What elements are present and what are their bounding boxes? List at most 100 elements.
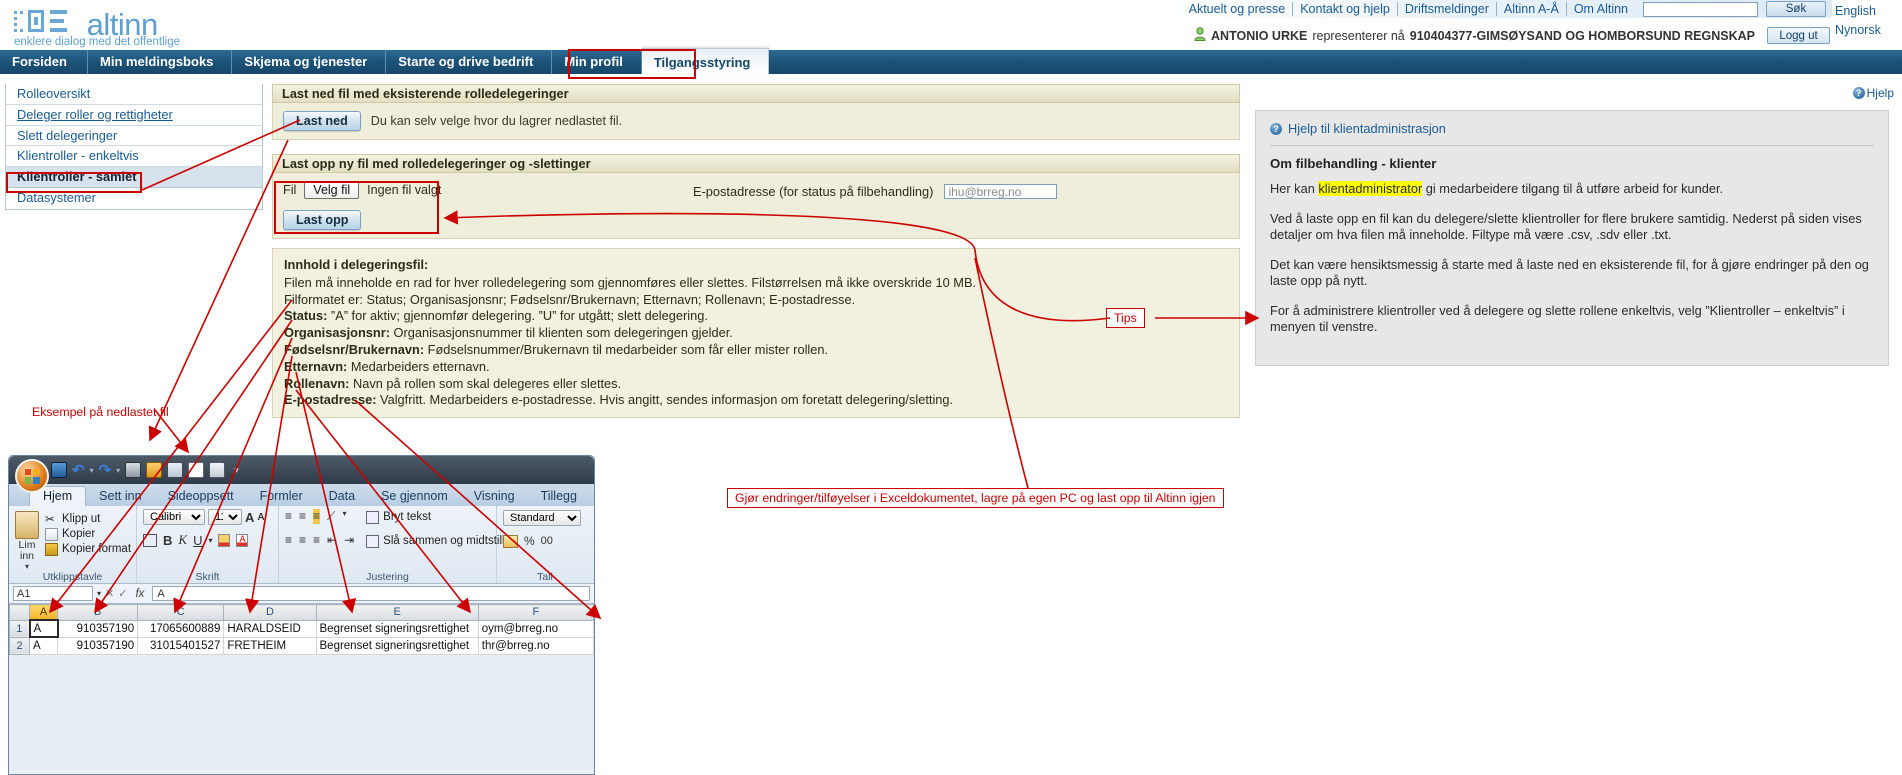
decrease-font-icon[interactable]: A bbox=[257, 512, 264, 523]
cell-b2[interactable]: 910357190 bbox=[57, 636, 139, 655]
language-english[interactable]: English bbox=[1835, 2, 1897, 21]
bold-icon[interactable]: B bbox=[163, 533, 172, 548]
undo-dropdown-icon[interactable]: ▾ bbox=[90, 466, 94, 475]
download-button[interactable]: Last ned bbox=[283, 111, 361, 131]
utility-link-driftsmeldinger[interactable]: Driftsmeldinger bbox=[1396, 2, 1496, 16]
namebox-dropdown-icon[interactable]: ▾ bbox=[97, 589, 101, 598]
currency-icon[interactable] bbox=[503, 534, 518, 548]
paste-control[interactable]: Lim inn ▾ bbox=[15, 509, 39, 571]
orientation-dropdown-icon[interactable]: ▾ bbox=[342, 509, 346, 524]
column-header-e[interactable]: E bbox=[315, 604, 479, 621]
sidebar-item-slett-delegeringer[interactable]: Slett delegeringer bbox=[6, 125, 262, 147]
search-input[interactable] bbox=[1643, 1, 1758, 17]
font-family-select[interactable]: Calibri bbox=[143, 509, 205, 525]
redo-dropdown-icon[interactable]: ▾ bbox=[116, 466, 120, 475]
sidebar-item-rolleoversikt[interactable]: Rolleoversikt bbox=[6, 84, 262, 105]
column-header-d[interactable]: D bbox=[223, 604, 317, 621]
email-field[interactable] bbox=[944, 184, 1058, 199]
redo-icon[interactable]: ↷ bbox=[99, 461, 112, 479]
search-button[interactable]: Søk bbox=[1766, 1, 1826, 17]
utility-link-altinn-a-aa[interactable]: Altinn A-Å bbox=[1495, 2, 1566, 16]
nav-tab-tilgangsstyring[interactable]: Tilgangsstyring bbox=[641, 48, 770, 74]
row-header-2[interactable]: 2 bbox=[9, 636, 31, 655]
excel-tab-se-gjennom[interactable]: Se gjennom bbox=[368, 487, 461, 506]
office-button[interactable] bbox=[15, 459, 49, 493]
cell-e2[interactable]: Begrenset signeringsrettighet bbox=[315, 636, 479, 655]
accept-entry-icon[interactable]: ✓ bbox=[118, 587, 127, 600]
excel-tab-tillegg[interactable]: Tillegg bbox=[528, 487, 590, 506]
percent-icon[interactable]: % bbox=[524, 534, 535, 548]
comma-style-icon[interactable]: 00 bbox=[541, 535, 553, 547]
align-left-icon[interactable]: ≡ bbox=[285, 533, 292, 547]
logout-button[interactable]: Logg ut bbox=[1767, 27, 1830, 44]
cell-f2[interactable]: thr@brreg.no bbox=[477, 636, 594, 655]
align-right-icon[interactable]: ≡ bbox=[313, 533, 320, 547]
sidebar-item-deleger-roller[interactable]: Deleger roller og rettigheter bbox=[6, 104, 262, 126]
language-nynorsk[interactable]: Nynorsk bbox=[1835, 21, 1897, 40]
column-header-a[interactable]: A bbox=[29, 604, 59, 621]
qat-customize-icon[interactable]: ▾ bbox=[234, 465, 239, 476]
name-box[interactable]: A1 bbox=[13, 586, 93, 601]
utility-link-om-altinn[interactable]: Om Altinn bbox=[1565, 2, 1635, 16]
fill-color-icon[interactable] bbox=[218, 533, 231, 547]
orientation-icon[interactable]: ⟋ bbox=[327, 509, 335, 524]
column-header-f[interactable]: F bbox=[477, 604, 594, 621]
choose-file-button[interactable]: Velg fil bbox=[304, 181, 360, 199]
underline-icon[interactable]: U bbox=[193, 533, 202, 548]
help-panel-link[interactable]: ? Hjelp til klientadministrasjon bbox=[1270, 121, 1874, 136]
excel-tab-visning[interactable]: Visning bbox=[461, 487, 528, 506]
select-all-corner[interactable] bbox=[9, 604, 31, 621]
nav-tab-min-meldingsboks[interactable]: Min meldingsboks bbox=[88, 50, 233, 74]
number-format-select[interactable]: Standard bbox=[503, 510, 581, 526]
print-preview-icon[interactable] bbox=[167, 462, 184, 478]
column-header-b[interactable]: B bbox=[57, 604, 139, 621]
open-folder-icon[interactable] bbox=[146, 462, 163, 478]
cell-d2[interactable]: FRETHEIM bbox=[223, 636, 317, 655]
cell-b1[interactable]: 910357190 bbox=[57, 619, 139, 638]
help-top-link[interactable]: ? Hjelp bbox=[1852, 86, 1894, 100]
print-icon[interactable] bbox=[125, 462, 142, 478]
row-header-1[interactable]: 1 bbox=[9, 619, 31, 638]
cell-f1[interactable]: oym@brreg.no bbox=[477, 619, 594, 638]
excel-tab-formler[interactable]: Formler bbox=[247, 487, 316, 506]
insert-function-icon[interactable]: fx bbox=[131, 588, 148, 600]
merge-center-control[interactable]: Slå sammen og midtstill ▾ bbox=[366, 534, 513, 549]
cell-a1[interactable]: A bbox=[28, 619, 59, 638]
nav-tab-min-profil[interactable]: Min profil bbox=[552, 50, 642, 74]
wrap-text-control[interactable]: Bryt tekst bbox=[366, 510, 512, 525]
increase-indent-icon[interactable]: ⇥ bbox=[344, 533, 354, 547]
formula-input[interactable]: A bbox=[152, 586, 590, 601]
align-center-icon[interactable]: ≡ bbox=[299, 533, 306, 547]
cancel-entry-icon[interactable]: ✕ bbox=[105, 587, 114, 600]
font-color-icon[interactable]: A bbox=[236, 533, 249, 547]
align-bottom-icon[interactable]: ≡ bbox=[313, 509, 321, 524]
copy-control[interactable]: Kopier bbox=[45, 527, 131, 542]
cell-d1[interactable]: HARALDSEID bbox=[223, 619, 317, 638]
excel-tab-sett-inn[interactable]: Sett inn bbox=[86, 487, 154, 506]
new-document-icon[interactable] bbox=[188, 462, 205, 478]
nav-tab-skjema-og-tjenester[interactable]: Skjema og tjenester bbox=[232, 50, 387, 74]
align-middle-icon[interactable]: ≡ bbox=[299, 509, 306, 524]
decrease-indent-icon[interactable]: ⇤ bbox=[327, 533, 337, 547]
italic-icon[interactable]: K bbox=[178, 532, 187, 548]
cell-c1[interactable]: 17065600889 bbox=[137, 619, 225, 638]
increase-font-icon[interactable]: A bbox=[245, 510, 254, 525]
align-top-icon[interactable]: ≡ bbox=[285, 509, 292, 524]
upload-button[interactable]: Last opp bbox=[283, 210, 362, 230]
cut-control[interactable]: ✂ Klipp ut bbox=[45, 512, 131, 527]
utility-link-aktuelt[interactable]: Aktuelt og presse bbox=[1182, 2, 1293, 16]
underline-dropdown-icon[interactable]: ▾ bbox=[208, 536, 212, 545]
format-painter-control[interactable]: Kopier format bbox=[45, 542, 131, 557]
sidebar-item-klientroller-enkeltvis[interactable]: Klientroller - enkeltvis bbox=[6, 146, 262, 168]
cell-a2[interactable]: A bbox=[29, 636, 59, 655]
sidebar-item-klientroller-samlet[interactable]: Klientroller - samlet bbox=[6, 167, 262, 188]
export-icon[interactable] bbox=[209, 462, 226, 478]
paste-dropdown-icon[interactable]: ▾ bbox=[15, 562, 39, 571]
nav-tab-forsiden[interactable]: Forsiden bbox=[0, 50, 88, 74]
font-size-select[interactable]: 11 bbox=[208, 509, 242, 525]
sidebar-item-datasystemer[interactable]: Datasystemer bbox=[6, 187, 262, 209]
borders-icon[interactable] bbox=[143, 533, 157, 547]
excel-tab-data[interactable]: Data bbox=[316, 487, 368, 506]
cell-c2[interactable]: 31015401527 bbox=[137, 636, 225, 655]
utility-link-kontakt[interactable]: Kontakt og hjelp bbox=[1292, 2, 1397, 16]
